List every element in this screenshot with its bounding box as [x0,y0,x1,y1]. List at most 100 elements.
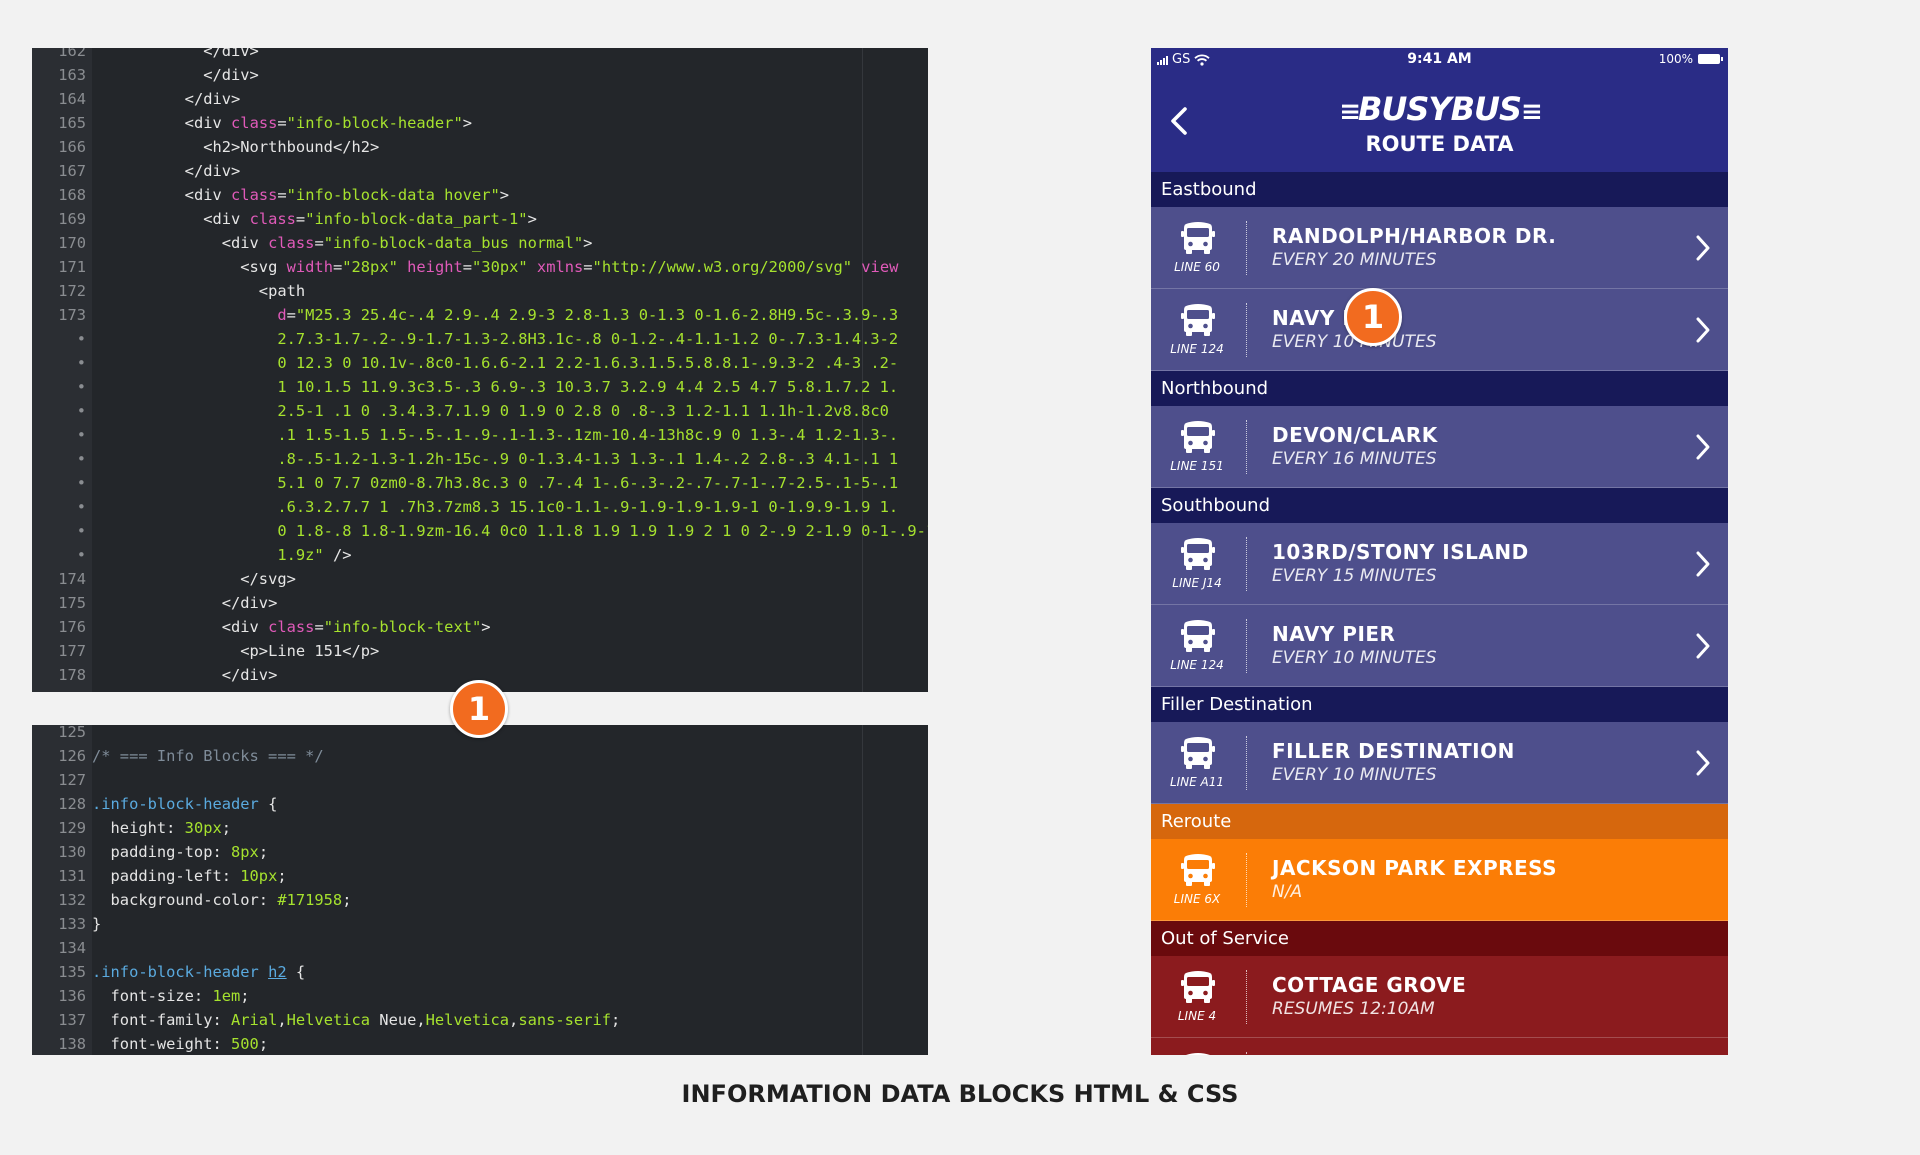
battery-percent: 100% [1658,52,1693,66]
route-row[interactable]: LINE 20MADISON [1151,1038,1728,1055]
line-number: 132 [58,891,86,909]
code-text: </div> [92,687,928,692]
chevron-right-icon[interactable] [1695,316,1711,344]
route-row[interactable]: LINE 124 NAVY PIER EVERY 10 MINUTES [1151,289,1728,371]
bus-icon [1180,221,1216,255]
line-number: 128 [58,795,86,813]
code-text: <div class="info-block-text"> [221,618,491,636]
code-text: font-family: Arial,Helvetica Neue,Helvet… [92,1011,621,1029]
line-number: • [76,330,86,348]
line-number: 179 [32,687,92,692]
row-divider-dotted [1246,303,1247,357]
line-label: LINE 124 [1170,342,1224,356]
chevron-right-icon[interactable] [1695,632,1711,660]
code-text: .info-block-header h2 { [92,963,306,981]
line-number: 163 [58,66,86,84]
route-row[interactable]: LINE A11 FILLER DESTINATION EVERY 10 MINUT… [1151,722,1728,804]
status-time: 9:41 AM [1407,51,1472,67]
line-label: LINE A11 [1169,775,1225,789]
route-name: NAVY PIER [1272,622,1396,646]
code-line: • 2.5-1 .1 0 .3.4.3.7.1.9 0 1.9 0 2.8 0 … [32,399,928,423]
code-text: 0 1.8-.8 1.8-1.9zm-16.4 0c0 1.1.8 1.9 1.… [277,522,928,540]
code-line: 174 </svg> [32,567,928,591]
route-row[interactable]: LINE 60 RANDOLPH/HARBOR DR. EVERY 20 MINUT… [1151,207,1728,289]
route-frequency: RESUMES 12:10AM [1272,999,1435,1019]
code-text: .8-.5-1.2-1.3-1.2h-15c-.9 0-1.3.4-1.3 1.… [277,450,899,468]
route-name: RANDOLPH/HARBOR DR. [1272,224,1557,248]
callout-badge-code: 1 [450,680,508,738]
battery-icon [1698,54,1723,64]
line-number: 164 [58,90,86,108]
logo-text: BUSYBUS [1357,90,1522,128]
chevron-right-icon[interactable] [1695,234,1711,262]
code-text: </div> [203,48,259,60]
route-frequency: EVERY 16 MINUTES [1272,449,1437,469]
line-number: • [76,522,86,540]
line-number: 134 [58,939,86,957]
bus-icon [1180,853,1216,887]
route-row[interactable]: LINE 4 COTTAGE GROVE RESUMES 12:10AM [1151,956,1728,1038]
code-text: font-size: 1em; [92,987,250,1005]
code-line: 136 font-size: 1em; [32,984,928,1008]
route-frequency: EVERY 20 MINUTES [1272,250,1437,270]
section-header: Filler Destination [1151,687,1728,722]
section-header: Out of Service [1151,921,1728,956]
code-line: 126 /* === Info Blocks === */ [32,744,928,768]
code-text: d="M25.3 25.4c-.4 2.9-.4 2.9-3 2.8-1.3 0… [277,306,899,324]
line-number: 133 [58,915,86,933]
line-number: • [76,498,86,516]
section-header: Eastbound [1151,172,1728,207]
code-line: • 1.9z" /> [32,543,928,567]
code-line: • .6.3.2.7.7 1 .7h3.7zm8.3 15.1c0-1.1-.9… [32,495,928,519]
route-row[interactable]: LINE 6X JACKSON PARK EXPRESS N/A [1151,839,1728,921]
code-line: 131 padding-left: 10px; [32,864,928,888]
line-number: 127 [58,771,86,789]
route-row[interactable]: LINE J14 103RD/STONY ISLAND EVERY 15 MINUT… [1151,523,1728,605]
line-number: 125 [58,725,86,741]
line-number: 136 [58,987,86,1005]
row-divider-dotted [1246,420,1247,474]
line-number: • [76,546,86,564]
row-divider-dotted [1246,970,1247,1024]
code-text: </div> [203,66,259,84]
status-bar: GS 9:41 AM 100% [1151,48,1728,70]
html-code-lines: 162 </div> 163 </div> 164 </div> 165 <div c… [32,48,928,692]
code-line: • 2.7.3-1.7-.2-.9-1.7-1.3-2.8H3.1c-.8 0-… [32,327,928,351]
chevron-right-icon[interactable] [1695,550,1711,578]
line-number: 129 [58,819,86,837]
figure-caption: INFORMATION DATA BLOCKS HTML & CSS [681,1080,1239,1108]
app-header: ≡BUSYBUS≡ ROUTE DATA [1151,70,1728,172]
bus-icon [1180,736,1216,770]
code-line: 176 <div class="info-block-text"> [32,615,928,639]
line-number: 138 [58,1035,86,1053]
line-number: 169 [58,210,86,228]
code-text: </svg> [240,570,296,588]
code-text: 1 10.1.5 11.9.3c3.5-.3 6.9-.3 10.3.7 3.2… [277,378,899,396]
chevron-right-icon[interactable] [1695,433,1711,461]
code-line: 177 <p>Line 151</p> [32,639,928,663]
code-line: 164 </div> [32,87,928,111]
logo-speed-lines-icon: ≡ [1521,97,1543,127]
line-label: LINE 124 [1170,658,1224,672]
line-number: 126 [58,747,86,765]
code-line: 163 </div> [32,63,928,87]
line-number: 167 [58,162,86,180]
code-line: • .1 1.5-1.5 1.5-.5-.1-.9-.1-1.3-.1zm-10… [32,423,928,447]
route-row[interactable]: LINE 151 DEVON/CLARK EVERY 16 MINUTES [1151,406,1728,488]
html-code-editor: 162 </div> 163 </div> 164 </div> 165 <div c… [32,48,928,692]
line-number: 137 [58,1011,86,1029]
route-name: 103RD/STONY ISLAND [1272,540,1529,564]
code-text: 2.7.3-1.7-.2-.9-1.7-1.3-2.8H3.1c-.8 0-1.… [277,330,899,348]
code-line: • 5.1 0 7.7 0zm0-8.7h3.8c.3 0 .7-.4 1-.6… [32,471,928,495]
code-text: } [92,915,102,933]
code-line: 130 padding-top: 8px; [32,840,928,864]
chevron-right-icon[interactable] [1695,749,1711,777]
line-number: 177 [58,642,86,660]
line-label: LINE J14 [1172,576,1222,590]
code-line: 162 </div> [32,48,928,63]
code-text: <div class="info-block-header"> [184,114,472,132]
code-text: 1.9z" /> [277,546,352,564]
route-row[interactable]: LINE 124 NAVY PIER EVERY 10 MINUTES [1151,605,1728,687]
line-number: 131 [58,867,86,885]
line-number: 174 [58,570,86,588]
